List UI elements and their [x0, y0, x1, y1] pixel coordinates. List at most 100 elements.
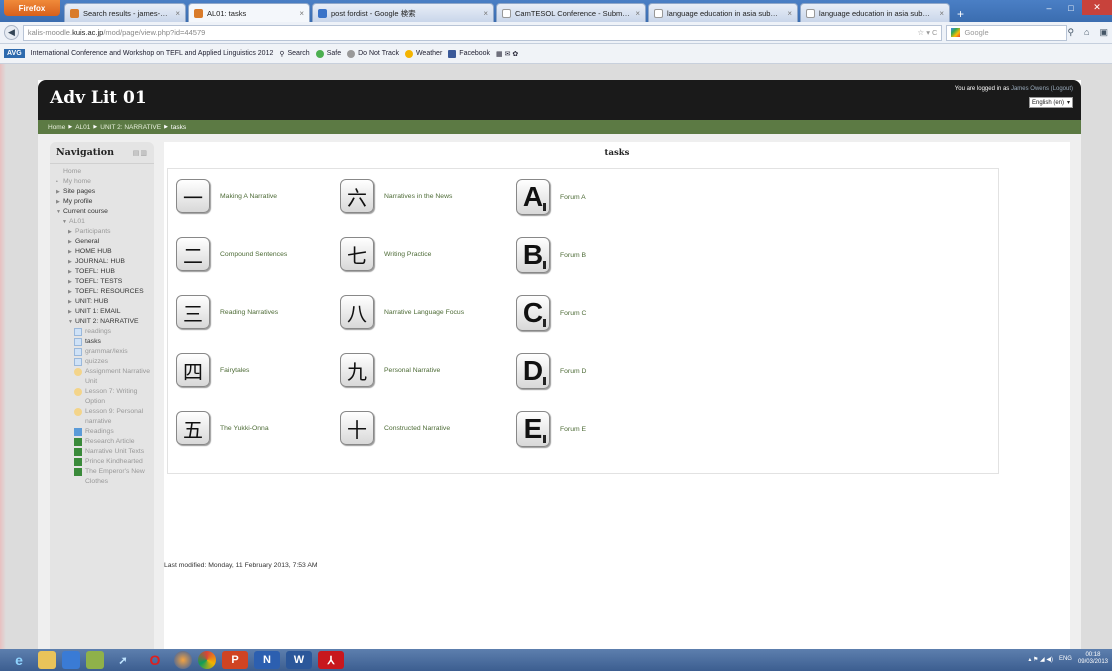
breadcrumb-link[interactable]: AL01 — [75, 124, 90, 131]
firefox-menu-button[interactable]: Firefox — [4, 0, 60, 16]
breadcrumb-link[interactable]: tasks — [171, 124, 186, 131]
task-label[interactable]: Fairytales — [220, 367, 249, 374]
task-link[interactable]: 三 Reading Narratives — [176, 295, 278, 329]
nav-tree-item[interactable]: ▶ HOME HUB — [56, 247, 154, 257]
kanji-number-icon[interactable]: 十 — [340, 411, 374, 445]
nav-tree-item[interactable]: ▶ UNIT: HUB — [56, 297, 154, 307]
nav-tree-item[interactable]: ▶ General — [56, 237, 154, 247]
nav-tree-item[interactable]: ▼ AL01 — [56, 217, 154, 227]
task-link[interactable]: 一 Making A Narrative — [176, 179, 277, 213]
nav-tree-item[interactable]: ▶ JOURNAL: HUB — [56, 257, 154, 267]
explorer-icon[interactable] — [38, 651, 56, 669]
nav-tree-item[interactable]: ▶ Site pages — [56, 187, 154, 197]
task-label[interactable]: Forum E — [560, 426, 586, 433]
kanji-number-icon[interactable]: 九 — [340, 353, 374, 387]
magnifier-icon[interactable]: ⚲ — [1067, 27, 1074, 38]
media-icon[interactable] — [62, 651, 80, 669]
task-label[interactable]: Compound Sentences — [220, 251, 287, 258]
language-indicator[interactable]: ENG — [1059, 656, 1072, 662]
nav-tree-item[interactable]: ▶ UNIT 1: EMAIL — [56, 307, 154, 317]
nav-tree-item[interactable]: readings — [56, 327, 154, 337]
task-label[interactable]: Forum A — [560, 194, 586, 201]
kanji-number-icon[interactable]: 一 — [176, 179, 210, 213]
task-label[interactable]: Reading Narratives — [220, 309, 278, 316]
task-label[interactable]: The Yukki-Onna — [220, 425, 269, 432]
browser-tab[interactable]: post fordist - Google 検索 × — [312, 3, 494, 22]
task-link[interactable]: 五 The Yukki-Onna — [176, 411, 269, 445]
browser-tab[interactable]: Search results - james-o@kanda.kuis...× — [64, 3, 186, 22]
breadcrumb-link[interactable]: Home — [48, 124, 65, 131]
tab-close-icon[interactable]: × — [483, 9, 488, 18]
url-bar[interactable]: kalis-moodle. kuis.ac.jp/mod/page/view.ph… — [22, 24, 943, 41]
browser-tab[interactable]: language education in asia submissio... × — [800, 3, 950, 22]
kanji-number-icon[interactable]: 六 — [340, 179, 374, 213]
toolbar-extra-icons[interactable]: ▦ ✉ ✿ — [496, 50, 518, 58]
task-label[interactable]: Narrative Language Focus — [384, 309, 464, 316]
tab-close-icon[interactable]: × — [175, 9, 180, 18]
task-label[interactable]: Constructed Narrative — [384, 425, 450, 432]
word-icon[interactable]: W — [286, 651, 312, 669]
browser-tab[interactable]: CamTESOL Conference - Submission ...× — [496, 3, 646, 22]
breadcrumb-link[interactable]: UNIT 2: NARRATIVE — [100, 124, 161, 131]
kanji-number-icon[interactable]: 四 — [176, 353, 210, 387]
tray-icons[interactable]: ▴ ⚑ ◢ ◀) — [1028, 656, 1053, 663]
nav-tree-item[interactable]: ▶ TOEFL: HUB — [56, 267, 154, 277]
nav-tree-item[interactable]: ▶ TOEFL: RESOURCES — [56, 287, 154, 297]
nav-tree-item[interactable]: tasks — [56, 337, 154, 347]
reload-icon[interactable]: ☆ ▾ C — [917, 28, 937, 37]
toolbar-facebook[interactable]: Facebook — [448, 49, 490, 58]
kanji-number-icon[interactable]: 七 — [340, 237, 374, 271]
new-tab-button[interactable]: + — [952, 5, 969, 22]
task-link[interactable]: 七 Writing Practice — [340, 237, 431, 271]
powerpoint-icon[interactable]: P — [222, 651, 248, 669]
toolbar-weather[interactable]: Weather — [404, 49, 442, 58]
tab-close-icon[interactable]: × — [299, 9, 304, 18]
tab-close-icon[interactable]: × — [939, 9, 944, 18]
nav-tree-item[interactable]: ▶ Participants — [56, 227, 154, 237]
search-input[interactable]: Google — [946, 24, 1068, 41]
task-label[interactable]: Forum C — [560, 310, 586, 317]
nav-tree-item[interactable]: Lesson 7: Writing Option — [56, 387, 154, 407]
block-controls-icon[interactable]: ▤▥ — [133, 148, 148, 157]
task-label[interactable]: Narratives in the News — [384, 193, 452, 200]
nav-tree-item[interactable]: The Emperor's New Clothes — [56, 467, 154, 487]
browser-tab[interactable]: language education in asia submissio... × — [648, 3, 798, 22]
arrow-app-icon[interactable]: ➚ — [110, 651, 136, 669]
back-icon[interactable]: ◀ — [4, 25, 19, 40]
forum-letter-icon[interactable]: E — [516, 411, 550, 447]
acrobat-icon[interactable]: ⅄ — [318, 651, 344, 669]
nav-tree-item[interactable]: Readings — [56, 427, 154, 437]
firefox-icon[interactable] — [174, 651, 192, 669]
nav-tree-item[interactable]: Prince Kindhearted — [56, 457, 154, 467]
forum-letter-icon[interactable]: D — [516, 353, 550, 389]
nav-tree-item[interactable]: Narrative Unit Texts — [56, 447, 154, 457]
onenote-icon[interactable]: N — [254, 651, 280, 669]
nav-tree-item[interactable]: Home — [56, 167, 154, 177]
toolbar-search[interactable]: ⚲ Search — [279, 50, 309, 58]
task-label[interactable]: Personal Narrative — [384, 367, 440, 374]
network-icon[interactable] — [86, 651, 104, 669]
task-link[interactable]: 八 Narrative Language Focus — [340, 295, 464, 329]
kanji-number-icon[interactable]: 八 — [340, 295, 374, 329]
language-select[interactable]: English (en) — [1029, 97, 1073, 108]
maximize-icon[interactable]: □ — [1060, 0, 1082, 15]
nav-tree-item[interactable]: ▼ UNIT 2: NARRATIVE — [56, 317, 154, 327]
forum-letter-icon[interactable]: C — [516, 295, 550, 331]
nav-tree-item[interactable]: Research Article — [56, 437, 154, 447]
kanji-number-icon[interactable]: 五 — [176, 411, 210, 445]
task-label[interactable]: Writing Practice — [384, 251, 431, 258]
nav-tree-item[interactable]: grammar/lexis — [56, 347, 154, 357]
toolbar-dnt[interactable]: Do Not Track — [347, 49, 399, 58]
task-link[interactable]: 四 Fairytales — [176, 353, 249, 387]
minimize-icon[interactable]: – — [1038, 0, 1060, 15]
task-link[interactable]: 九 Personal Narrative — [340, 353, 440, 387]
tab-close-icon[interactable]: × — [635, 9, 640, 18]
nav-tree-item[interactable]: • My home — [56, 177, 154, 187]
task-label[interactable]: Making A Narrative — [220, 193, 277, 200]
nav-tree-item[interactable]: quizzes — [56, 357, 154, 367]
task-link[interactable]: 六 Narratives in the News — [340, 179, 452, 213]
task-label[interactable]: Forum B — [560, 252, 586, 259]
nav-tree-item[interactable]: Assignment Narrative Unit — [56, 367, 154, 387]
ie-icon[interactable]: e — [6, 651, 32, 669]
site-title[interactable]: Adv Lit 01 — [50, 88, 147, 108]
